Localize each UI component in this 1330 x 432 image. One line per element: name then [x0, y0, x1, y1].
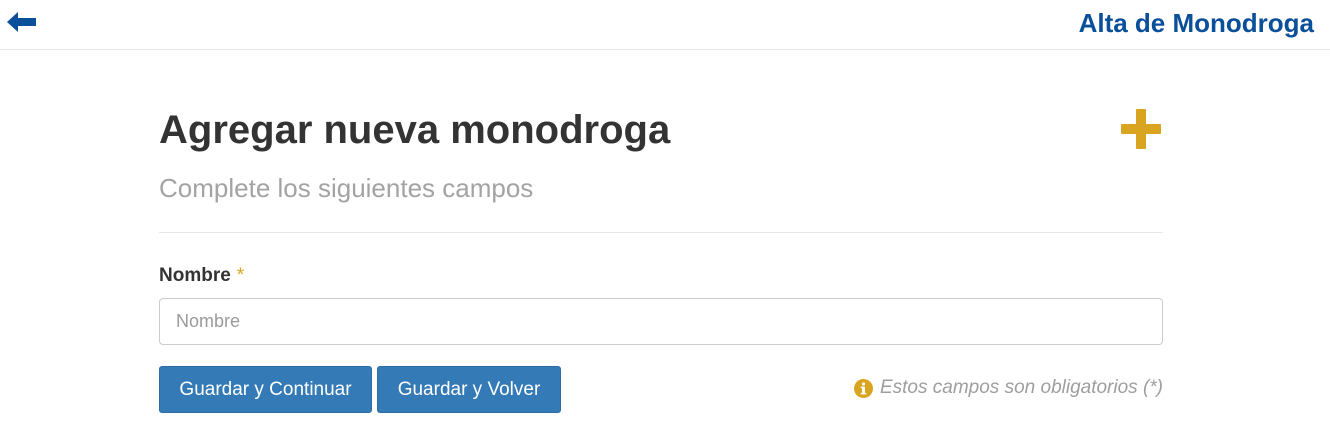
plus-icon	[1121, 109, 1161, 149]
top-bar: Alta de Monodroga	[0, 0, 1330, 50]
page-heading: Alta de Monodroga	[1078, 8, 1314, 38]
divider	[159, 232, 1163, 233]
form-subtitle: Complete los siguientes campos	[159, 173, 534, 203]
save-continue-button[interactable]: Guardar y Continuar	[159, 366, 372, 413]
form-title: Agregar nueva monodroga	[159, 108, 671, 152]
name-label-text: Nombre	[159, 265, 231, 286]
arrow-left-icon	[7, 12, 36, 32]
info-circle-icon	[853, 378, 873, 398]
back-button[interactable]	[6, 9, 38, 35]
required-note: Estos campos son obligatorios (*)	[853, 377, 1163, 399]
required-note-text: Estos campos son obligatorios (*)	[879, 377, 1163, 398]
required-star: *	[236, 265, 245, 286]
name-input[interactable]	[159, 298, 1163, 345]
name-label: Nombre *	[159, 265, 244, 287]
save-back-button[interactable]: Guardar y Volver	[377, 366, 561, 413]
